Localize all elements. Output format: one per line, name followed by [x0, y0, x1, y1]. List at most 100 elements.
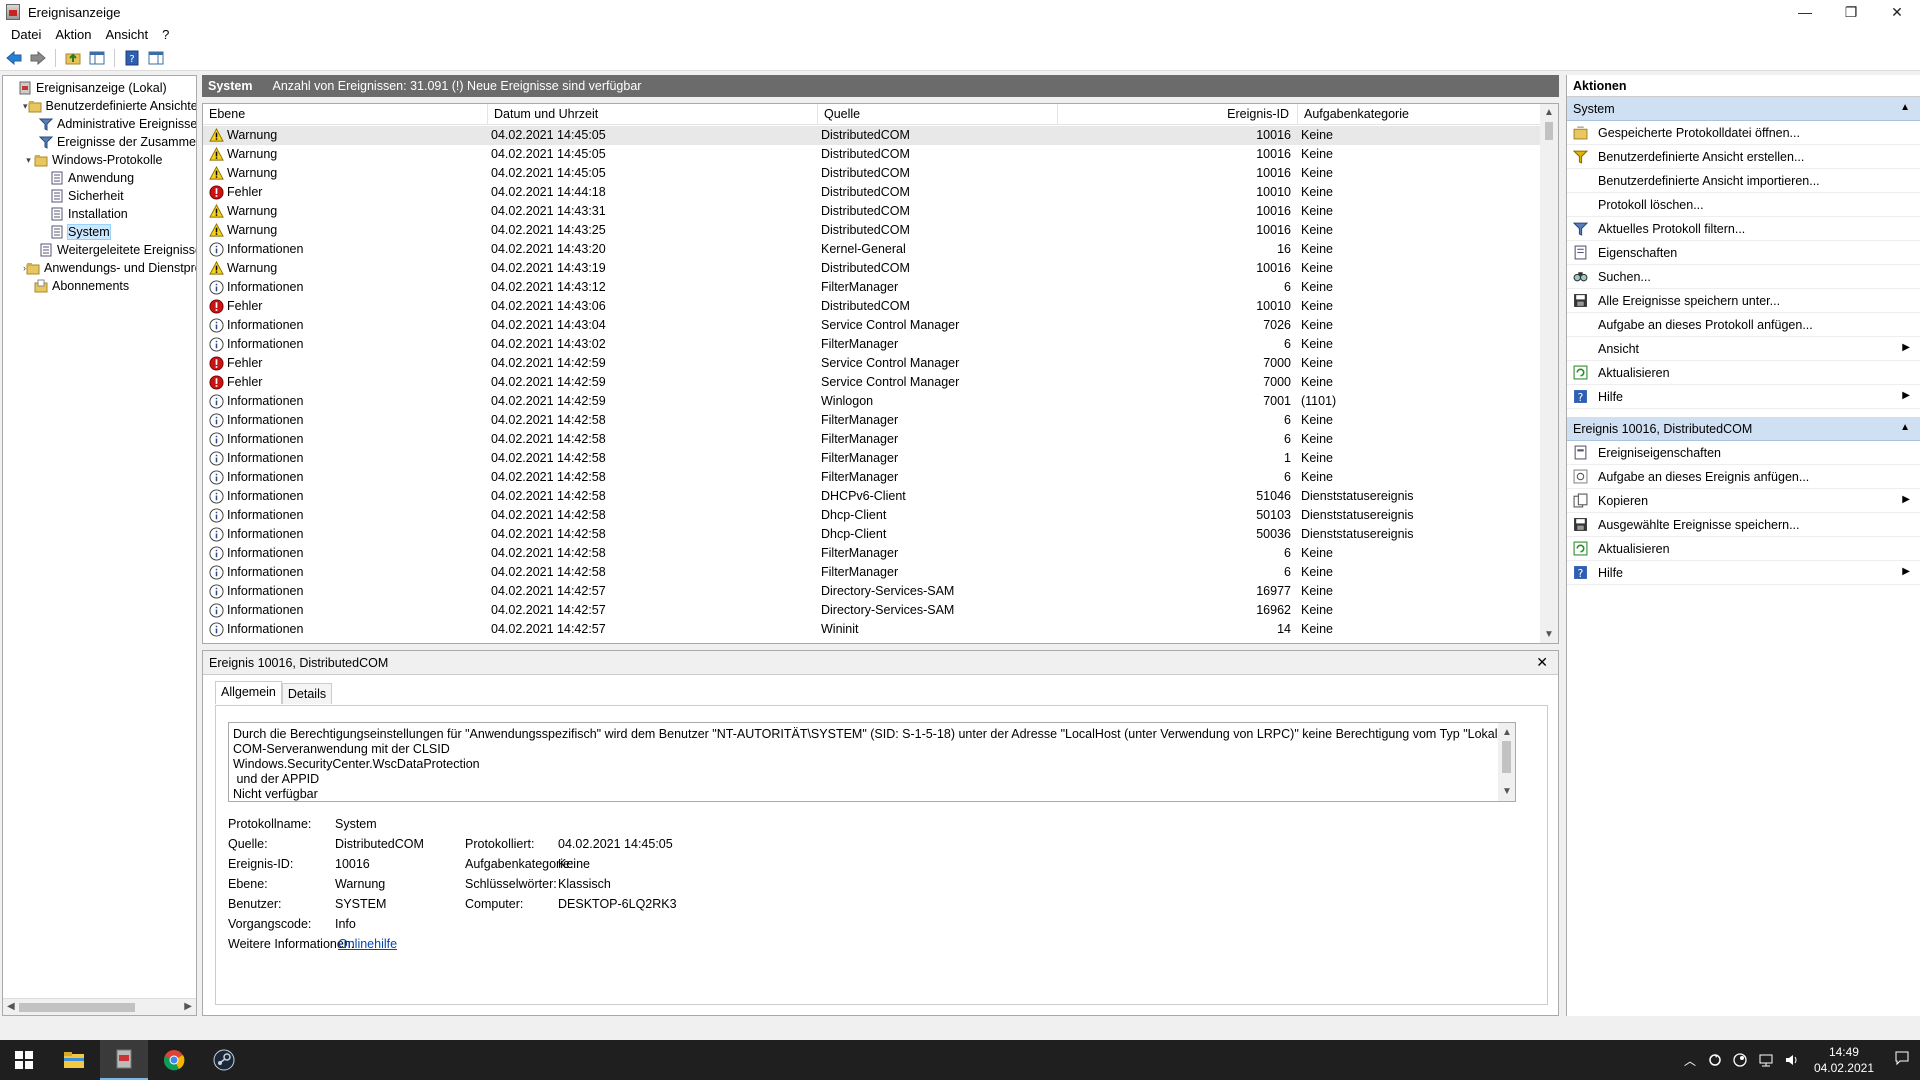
table-row[interactable]: Informationen 04.02.2021 14:42:58 FilterMa… — [203, 430, 1540, 449]
start-button[interactable] — [0, 1040, 48, 1080]
event-description[interactable]: Durch die Berechtigungseinstellungen für… — [228, 722, 1516, 802]
action-ansicht[interactable]: Ansicht ▶ — [1567, 337, 1920, 361]
scroll-left-icon[interactable]: ◀ — [7, 1001, 15, 1012]
scroll-thumb[interactable] — [19, 1003, 135, 1012]
action-ausgewählte-ereignisse-speichern[interactable]: Ausgewählte Ereignisse speichern... — [1567, 513, 1920, 537]
taskbar-event-viewer[interactable] — [100, 1040, 148, 1080]
tree-expander[interactable]: ▾ — [23, 155, 34, 166]
action-protokoll-löschen[interactable]: Protokoll löschen... — [1567, 193, 1920, 217]
tab-allgemein[interactable]: Allgemein — [215, 681, 282, 704]
tree-item-anwendungs-und-dienstprotokolle[interactable]: ›Anwendungs- und Dienstprotokolle — [3, 259, 196, 277]
table-row[interactable]: Fehler 04.02.2021 14:42:59 Service Control… — [203, 354, 1540, 373]
table-row[interactable]: Informationen 04.02.2021 14:42:58 Dhcp-Cli… — [203, 525, 1540, 544]
table-row[interactable]: Warnung 04.02.2021 14:43:19 DistributedCOM… — [203, 259, 1540, 278]
network-icon[interactable] — [1758, 1053, 1774, 1067]
column-header-source[interactable]: Quelle — [818, 104, 1058, 125]
show-hidden-icons-icon[interactable]: ︿ — [1684, 1052, 1696, 1069]
action-benutzerdefinierte-ansicht-erstellen[interactable]: Benutzerdefinierte Ansicht erstellen... — [1567, 145, 1920, 169]
scroll-down-icon[interactable]: ▼ — [1544, 629, 1554, 640]
action-kopieren[interactable]: Kopieren ▶ — [1567, 489, 1920, 513]
actions-section-header[interactable]: Ereignis 10016, DistributedCOM ▲ — [1567, 417, 1920, 441]
column-header-event-id[interactable]: Ereignis-ID — [1058, 104, 1298, 125]
scroll-up-icon[interactable]: ▲ — [1502, 725, 1512, 740]
action-alle-ereignisse-speichern-unter[interactable]: Alle Ereignisse speichern unter... — [1567, 289, 1920, 313]
table-row[interactable]: Informationen 04.02.2021 14:42:57 Director… — [203, 582, 1540, 601]
table-row[interactable]: Informationen 04.02.2021 14:43:20 Kernel-G… — [203, 240, 1540, 259]
actions-section-header[interactable]: System ▲ — [1567, 97, 1920, 121]
action-aktuelles-protokoll-filtern[interactable]: Aktuelles Protokoll filtern... — [1567, 217, 1920, 241]
close-detail-icon[interactable]: ✕ — [1536, 654, 1548, 671]
menu-aktion[interactable]: Aktion — [48, 27, 98, 42]
table-row[interactable]: Warnung 04.02.2021 14:45:05 DistributedCOM… — [203, 164, 1540, 183]
table-row[interactable]: Informationen 04.02.2021 14:42:59 Winlogon… — [203, 392, 1540, 411]
tree-item-ereignisse-der-zusammenfassung[interactable]: Ereignisse der Zusammenfassung — [3, 133, 196, 151]
action-ereigniseigenschaften[interactable]: Ereigniseigenschaften — [1567, 441, 1920, 465]
action-aufgabe-an-dieses-protokoll-anfügen[interactable]: Aufgabe an dieses Protokoll anfügen... — [1567, 313, 1920, 337]
action-gespeicherte-protokolldatei-öffnen[interactable]: Gespeicherte Protokolldatei öffnen... — [1567, 121, 1920, 145]
column-header-level[interactable]: Ebene — [203, 104, 488, 125]
scroll-right-icon[interactable]: ▶ — [184, 1001, 192, 1012]
column-header-task-category[interactable]: Aufgabenkategorie — [1298, 104, 1540, 125]
action-benutzerdefinierte-ansicht-importieren[interactable]: Benutzerdefinierte Ansicht importieren..… — [1567, 169, 1920, 193]
show-console-tree-button[interactable] — [87, 48, 107, 68]
tree-scrollbar[interactable]: ◀ ▶ — [3, 998, 196, 1015]
collapse-caret-icon[interactable]: ▲ — [1900, 422, 1910, 433]
scroll-down-icon[interactable]: ▼ — [1502, 784, 1512, 799]
table-row[interactable]: Informationen 04.02.2021 14:43:04 Service … — [203, 316, 1540, 335]
table-row[interactable]: Informationen 04.02.2021 14:42:58 Dhcp-Cli… — [203, 506, 1540, 525]
notification-center-button[interactable] — [1894, 1050, 1910, 1069]
up-folder-button[interactable] — [63, 48, 83, 68]
table-row[interactable]: Informationen 04.02.2021 14:42:57 Wininit 1… — [203, 620, 1540, 639]
tree-item-windows-protokolle[interactable]: ▾ Windows-Protokolle — [3, 151, 196, 169]
tab-details[interactable]: Details — [281, 683, 333, 704]
action-hilfe[interactable]: ? Hilfe ▶ — [1567, 385, 1920, 409]
tree-item-benutzerdefinierte-ansichten[interactable]: ▾ Benutzerdefinierte Ansichten — [3, 97, 196, 115]
online-help-link[interactable]: Onlinehilfe — [338, 937, 397, 951]
help-button[interactable]: ? — [122, 48, 142, 68]
tree-item-anwendung[interactable]: Anwendung — [3, 169, 196, 187]
restore-button[interactable]: ❐ — [1828, 0, 1874, 24]
close-window-button[interactable]: ✕ — [1874, 0, 1920, 24]
table-row[interactable]: Informationen 04.02.2021 14:42:58 FilterMa… — [203, 449, 1540, 468]
table-row[interactable]: Informationen 04.02.2021 14:42:58 FilterMa… — [203, 411, 1540, 430]
tree-item-ereignisanzeige-lokal[interactable]: Ereignisanzeige (Lokal) — [3, 79, 196, 97]
menu-help[interactable]: ? — [155, 27, 176, 42]
table-row[interactable]: Informationen 04.02.2021 14:42:58 FilterMa… — [203, 468, 1540, 487]
back-button[interactable] — [4, 48, 24, 68]
taskbar-clock[interactable]: 14:49 04.02.2021 — [1814, 1044, 1874, 1076]
table-row[interactable]: Informationen 04.02.2021 14:43:02 FilterMa… — [203, 335, 1540, 354]
show-action-pane-button[interactable] — [146, 48, 166, 68]
action-hilfe[interactable]: ? Hilfe ▶ — [1567, 561, 1920, 585]
tree-item-system[interactable]: System — [3, 223, 196, 241]
tree-item-administrative-ereignisse[interactable]: Administrative Ereignisse — [3, 115, 196, 133]
description-scrollbar[interactable]: ▲ ▼ — [1498, 723, 1515, 801]
steam-tray-icon[interactable] — [1732, 1053, 1748, 1067]
action-suchen[interactable]: Suchen... — [1567, 265, 1920, 289]
menu-datei[interactable]: Datei — [4, 27, 48, 42]
collapse-caret-icon[interactable]: ▲ — [1900, 102, 1910, 113]
scroll-thumb[interactable] — [1502, 741, 1511, 773]
action-aktualisieren[interactable]: Aktualisieren — [1567, 537, 1920, 561]
table-row[interactable]: Fehler 04.02.2021 14:43:06 DistributedCOM 1… — [203, 297, 1540, 316]
volume-icon[interactable] — [1784, 1053, 1800, 1067]
tree-item-abonnements[interactable]: Abonnements — [3, 277, 196, 295]
table-row[interactable]: Warnung 04.02.2021 14:43:25 DistributedCOM… — [203, 221, 1540, 240]
table-row[interactable]: Informationen 04.02.2021 14:43:12 FilterMa… — [203, 278, 1540, 297]
table-row[interactable]: Fehler 04.02.2021 14:42:59 Service Control… — [203, 373, 1540, 392]
forward-button[interactable] — [28, 48, 48, 68]
menu-ansicht[interactable]: Ansicht — [99, 27, 156, 42]
action-aktualisieren[interactable]: Aktualisieren — [1567, 361, 1920, 385]
table-row[interactable]: Fehler 04.02.2021 14:44:18 DistributedCOM 1… — [203, 183, 1540, 202]
table-row[interactable]: Informationen 04.02.2021 14:42:58 FilterMa… — [203, 563, 1540, 582]
minimize-button[interactable]: — — [1782, 0, 1828, 24]
taskbar-steam[interactable] — [200, 1040, 248, 1080]
taskbar-chrome[interactable] — [150, 1040, 198, 1080]
tree-item-sicherheit[interactable]: Sicherheit — [3, 187, 196, 205]
table-scrollbar[interactable]: ▲ ▼ — [1540, 104, 1558, 643]
scroll-thumb[interactable] — [1545, 122, 1553, 140]
scroll-up-icon[interactable]: ▲ — [1544, 107, 1554, 118]
tree-item-weitergeleitete-ereignisse[interactable]: Weitergeleitete Ereignisse — [3, 241, 196, 259]
tree-item-installation[interactable]: Installation — [3, 205, 196, 223]
column-header-date[interactable]: Datum und Uhrzeit — [488, 104, 818, 125]
table-row[interactable]: Informationen 04.02.2021 14:42:57 Director… — [203, 601, 1540, 620]
